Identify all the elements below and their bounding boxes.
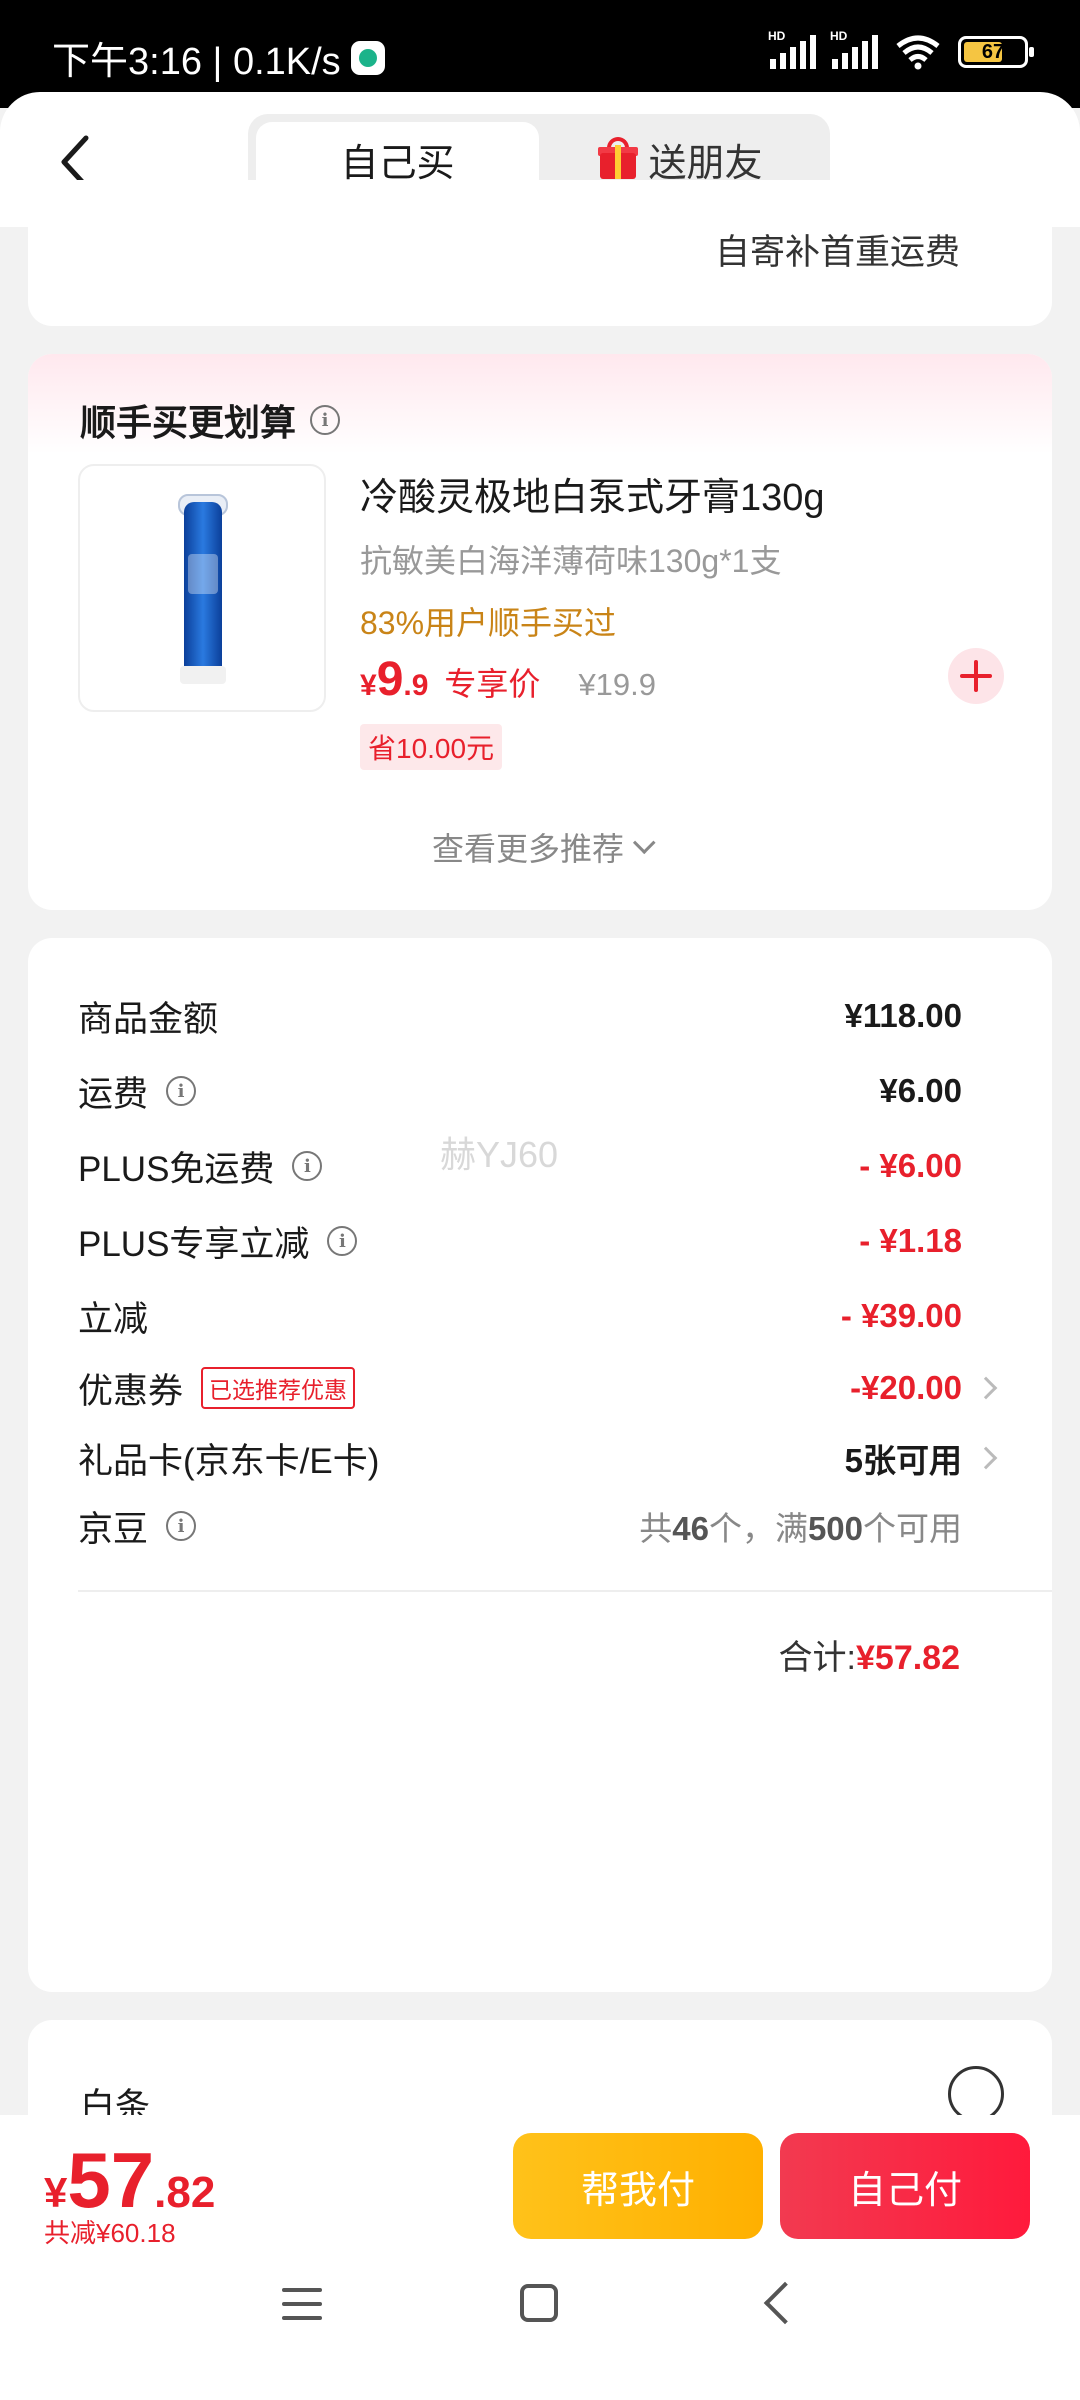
battery-level: 67 <box>981 40 1005 63</box>
shipping-note: 自寄补首重运费 <box>714 233 960 272</box>
fee-row-coupon[interactable]: 优惠券 已选推荐优惠 -¥20.00 <box>78 1360 998 1416</box>
shipping-card: 自寄补首重运费 <box>28 180 1052 326</box>
fee-row-jingdou[interactable]: 京豆 i 共46个，满500个可用 <box>78 1498 962 1554</box>
fee-value: - ¥6.00 <box>859 1147 962 1184</box>
coupon-badge: 已选推荐优惠 <box>201 1367 356 1409</box>
final-price-symbol: ¥ <box>44 2169 68 2216</box>
product-name[interactable]: 冷酸灵极地白泵式牙膏130g <box>360 466 825 521</box>
price-integer: 9 <box>376 653 404 706</box>
price-tag: 专享价 <box>444 666 541 702</box>
more-recommendations-label: 查看更多推荐 <box>431 831 624 867</box>
final-price-decimal: .82 <box>154 2168 216 2217</box>
jingdou-mid: 个，满 <box>708 1510 808 1547</box>
menu-icon[interactable] <box>282 2288 322 2320</box>
info-icon[interactable]: i <box>166 1511 197 1541</box>
jingdou-suffix: 个可用 <box>863 1510 962 1547</box>
add-to-order-button[interactable] <box>948 648 1004 704</box>
product-social-proof: 83%用户顺手买过 <box>360 605 617 641</box>
fee-row-instant-discount: 立减 - ¥39.00 <box>78 1288 962 1344</box>
fee-label: PLUS专享立减 <box>78 1224 310 1264</box>
original-price: ¥19.9 <box>578 667 657 702</box>
fee-label: 立减 <box>78 1299 149 1339</box>
product-price: ¥ 9 .9 专享价 ¥19.9 <box>360 652 656 707</box>
total-label: 合计: <box>778 1639 856 1677</box>
fee-label: 运费 <box>78 1074 149 1114</box>
status-icons: HD HD 67 <box>768 29 1034 70</box>
divider <box>78 1590 1052 1592</box>
fee-label: 礼品卡(京东卡/E卡) <box>78 1441 380 1481</box>
tab-gift-friend-label: 送朋友 <box>648 142 763 185</box>
fee-label: 优惠券 <box>78 1371 184 1411</box>
fee-label: PLUS免运费 <box>78 1149 275 1189</box>
back-icon[interactable] <box>763 2281 807 2325</box>
fee-label: 京豆 <box>78 1509 149 1549</box>
fee-value: 共46个，满500个可用 <box>639 1502 962 1550</box>
gift-icon <box>598 137 639 179</box>
info-icon[interactable]: i <box>310 405 341 435</box>
product-spec: 抗敏美白海洋薄荷味130g*1支 <box>360 543 782 579</box>
app-notification-icon <box>350 40 385 75</box>
fee-row-gift-card[interactable]: 礼品卡(京东卡/E卡) 5张可用 <box>78 1430 998 1486</box>
payment-radio[interactable] <box>948 2066 1004 2122</box>
jingdou-threshold: 500 <box>807 1510 863 1547</box>
fee-summary-card: 商品金额 ¥118.00 运费 i ¥6.00 PLUS免运费 i - ¥6.00 … <box>28 938 1052 1992</box>
fee-value: - ¥1.18 <box>859 1222 962 1259</box>
price-decimal: .9 <box>403 669 429 702</box>
fee-row-shipping: 运费 i ¥6.00 <box>78 1063 962 1119</box>
recommend-title-text: 顺手买更划算 <box>80 402 297 443</box>
fee-value: 5张可用 <box>844 1442 962 1479</box>
self-pay-button[interactable]: 自己付 <box>780 2133 1030 2239</box>
fee-value: -¥20.00 <box>850 1369 962 1406</box>
status-time-text: 下午3:16 | 0.1K/s <box>52 41 341 83</box>
fee-label: 商品金额 <box>78 999 219 1039</box>
total-value: ¥57.82 <box>856 1639 960 1677</box>
status-time: 下午3:16 | 0.1K/s <box>52 30 385 85</box>
system-nav-bar <box>0 2238 1080 2378</box>
chevron-right-icon <box>974 1446 998 1470</box>
info-icon[interactable]: i <box>327 1226 358 1256</box>
watermark: 赫YJ60 <box>440 1134 559 1175</box>
chevron-down-icon <box>632 831 656 855</box>
fee-value: ¥6.00 <box>879 1072 962 1109</box>
fee-value: - ¥39.00 <box>840 1297 962 1334</box>
hd-label-2: HD <box>830 29 848 43</box>
jingdou-count: 46 <box>672 1510 709 1547</box>
price-symbol: ¥ <box>360 669 377 702</box>
recommend-card: 顺手买更划算 i 冷酸灵极地白泵式牙膏130g 抗敏美白海洋薄荷味130g*1支… <box>28 354 1052 910</box>
save-badge: 省10.00元 <box>360 724 503 770</box>
order-total: 合计: ¥57.82 <box>779 1630 960 1679</box>
info-icon[interactable]: i <box>166 1076 197 1106</box>
tab-buy-self-label: 自己买 <box>340 142 455 185</box>
fee-row-goods: 商品金额 ¥118.00 <box>78 988 962 1044</box>
hd-label: HD <box>768 29 786 43</box>
jingdou-prefix: 共 <box>639 1510 673 1547</box>
recommend-title: 顺手买更划算 i <box>80 394 341 446</box>
product-image[interactable] <box>78 464 326 712</box>
signal-icon-2: HD <box>830 29 878 69</box>
battery-icon: 67 <box>958 36 1034 68</box>
home-icon[interactable] <box>520 2284 558 2322</box>
info-icon[interactable]: i <box>292 1151 323 1181</box>
chevron-right-icon <box>974 1376 998 1400</box>
fee-row-plus-discount: PLUS专享立减 i - ¥1.18 <box>78 1213 962 1269</box>
more-recommendations-link[interactable]: 查看更多推荐 <box>28 824 1052 870</box>
signal-icon: HD <box>768 29 816 69</box>
wifi-icon <box>896 35 940 70</box>
fee-value: ¥118.00 <box>844 997 962 1034</box>
help-pay-button[interactable]: 帮我付 <box>513 2133 763 2239</box>
